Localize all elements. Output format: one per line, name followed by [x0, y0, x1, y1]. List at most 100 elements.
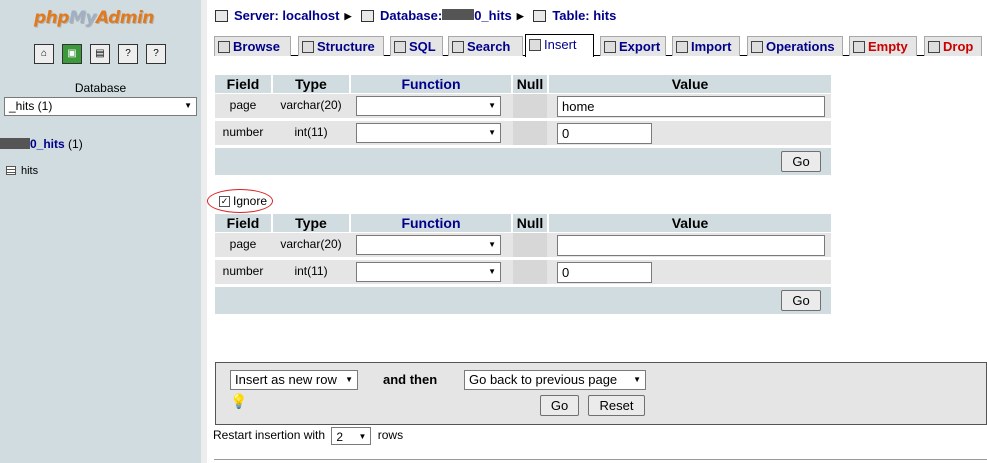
- tab-drop[interactable]: Drop: [924, 36, 982, 56]
- chevron-down-icon: ▼: [633, 375, 641, 384]
- docs-icon[interactable]: ?: [146, 44, 166, 64]
- operations-icon: [751, 41, 763, 53]
- go-button[interactable]: Go: [781, 151, 821, 172]
- insert-form-1: Field Type Function Null Value page varc…: [215, 75, 831, 175]
- database-icon: [361, 10, 375, 22]
- null-cell: [513, 260, 547, 284]
- null-cell: [513, 94, 547, 118]
- table-row: number int(11) ▼ 0: [215, 260, 831, 284]
- server-icon: [215, 10, 228, 22]
- insert-options-panel: Insert as new row ▼ and then Go back to p…: [215, 362, 987, 425]
- tab-structure[interactable]: Structure: [298, 36, 384, 56]
- field-type: varchar(20): [280, 98, 342, 112]
- phpmyadmin-logo[interactable]: phpMyAdmin: [34, 8, 154, 28]
- help-icon[interactable]: ?: [118, 44, 138, 64]
- row-count-select[interactable]: 2 ▼: [331, 427, 372, 445]
- header-type: Type: [273, 75, 349, 93]
- go-button[interactable]: Go: [781, 290, 821, 311]
- header-value: Value: [549, 214, 831, 232]
- tab-insert[interactable]: Insert: [525, 34, 594, 57]
- restart-insertion: Restart insertion with 2 ▼ rows: [213, 427, 403, 445]
- sql-icon[interactable]: ▤: [90, 44, 110, 64]
- function-select[interactable]: ▼: [356, 123, 501, 143]
- database-label: Database: [74, 81, 127, 95]
- null-cell: [513, 233, 547, 257]
- go-bar: Go: [215, 287, 831, 314]
- header-function[interactable]: Function: [351, 214, 511, 232]
- frame-divider[interactable]: [201, 0, 207, 463]
- chevron-down-icon: ▼: [488, 101, 496, 110]
- table-row: number int(11) ▼ 0: [215, 121, 831, 145]
- arrow-right-icon: ▶: [344, 11, 352, 21]
- value-input[interactable]: 0: [557, 262, 652, 283]
- tab-bar: Browse Structure SQL Search Insert Expor…: [214, 34, 982, 57]
- search-icon: [452, 41, 464, 53]
- restart-suffix: rows: [377, 428, 404, 443]
- field-name: page: [229, 237, 257, 251]
- insert-form-2: Field Type Function Null Value page varc…: [215, 214, 831, 314]
- drop-icon: [928, 41, 940, 53]
- value-input[interactable]: 0: [557, 123, 652, 144]
- field-name: page: [229, 98, 257, 112]
- navigation-frame: phpMyAdmin ⌂ ▣ ▤ ? ? Database _hits (1) ▼…: [0, 0, 201, 463]
- breadcrumb-database[interactable]: Database: 0_hits: [380, 8, 512, 23]
- chevron-down-icon: ▼: [358, 432, 367, 441]
- tab-operations[interactable]: Operations: [747, 36, 843, 56]
- chevron-down-icon: ▼: [488, 267, 496, 276]
- browse-icon: [218, 41, 230, 53]
- table-row: page varchar(20) ▼: [215, 233, 831, 257]
- restart-prefix: Restart insertion with: [213, 428, 326, 443]
- tab-browse[interactable]: Browse: [214, 36, 291, 56]
- value-input[interactable]: home: [557, 96, 825, 117]
- field-name: number: [222, 264, 264, 278]
- header-null: Null: [513, 75, 547, 93]
- database-select[interactable]: _hits (1) ▼: [4, 97, 197, 116]
- breadcrumb-server[interactable]: Server: localhost: [234, 8, 340, 23]
- insert-mode-select[interactable]: Insert as new row ▼: [230, 370, 358, 390]
- and-then-label: and then: [383, 372, 438, 387]
- tab-export[interactable]: Export: [600, 36, 666, 56]
- chevron-down-icon: ▼: [488, 128, 496, 137]
- insert-icon: [529, 39, 541, 51]
- divider: [214, 459, 987, 460]
- field-type: varchar(20): [280, 237, 342, 251]
- chevron-down-icon: ▼: [184, 101, 192, 110]
- null-cell: [513, 121, 547, 145]
- function-select[interactable]: ▼: [356, 96, 501, 116]
- function-select[interactable]: ▼: [356, 262, 501, 282]
- home-icon[interactable]: ⌂: [34, 44, 54, 64]
- empty-icon: [853, 41, 865, 53]
- header-type: Type: [273, 214, 349, 232]
- function-select[interactable]: ▼: [356, 235, 501, 255]
- breadcrumb-table[interactable]: Table: hits: [552, 8, 616, 23]
- tab-empty[interactable]: Empty: [849, 36, 917, 56]
- tab-search[interactable]: Search: [448, 36, 523, 56]
- chevron-down-icon: ▼: [345, 375, 353, 384]
- header-value: Value: [549, 75, 831, 93]
- go-button[interactable]: Go: [540, 395, 579, 416]
- reset-button[interactable]: Reset: [588, 395, 645, 416]
- sql-icon: [394, 41, 406, 53]
- database-link[interactable]: 0_hits (1): [0, 137, 83, 151]
- query-window-icon[interactable]: ▣: [62, 44, 82, 64]
- breadcrumb: Server: localhost ▶ Database: 0_hits ▶ Tabl…: [215, 8, 616, 23]
- field-name: number: [222, 125, 264, 139]
- export-icon: [604, 41, 616, 53]
- table-icon: [6, 166, 16, 175]
- field-type: int(11): [294, 125, 328, 139]
- go-bar: Go: [215, 148, 831, 175]
- header-function[interactable]: Function: [351, 75, 511, 93]
- redacted-text: [442, 9, 475, 20]
- ignore-checkbox[interactable]: ✓: [219, 196, 230, 207]
- ignore-label[interactable]: Ignore: [233, 194, 267, 208]
- structure-icon: [302, 41, 314, 53]
- sidebar-table-hits[interactable]: hits: [6, 165, 38, 177]
- header-field: Field: [215, 214, 271, 232]
- table-row: page varchar(20) ▼ home: [215, 94, 831, 118]
- after-insert-select[interactable]: Go back to previous page ▼: [464, 370, 646, 390]
- tab-import[interactable]: Import: [672, 36, 740, 56]
- tab-sql[interactable]: SQL: [390, 36, 443, 56]
- chevron-down-icon: ▼: [488, 240, 496, 249]
- value-input[interactable]: [557, 235, 825, 256]
- table-icon: [533, 10, 547, 22]
